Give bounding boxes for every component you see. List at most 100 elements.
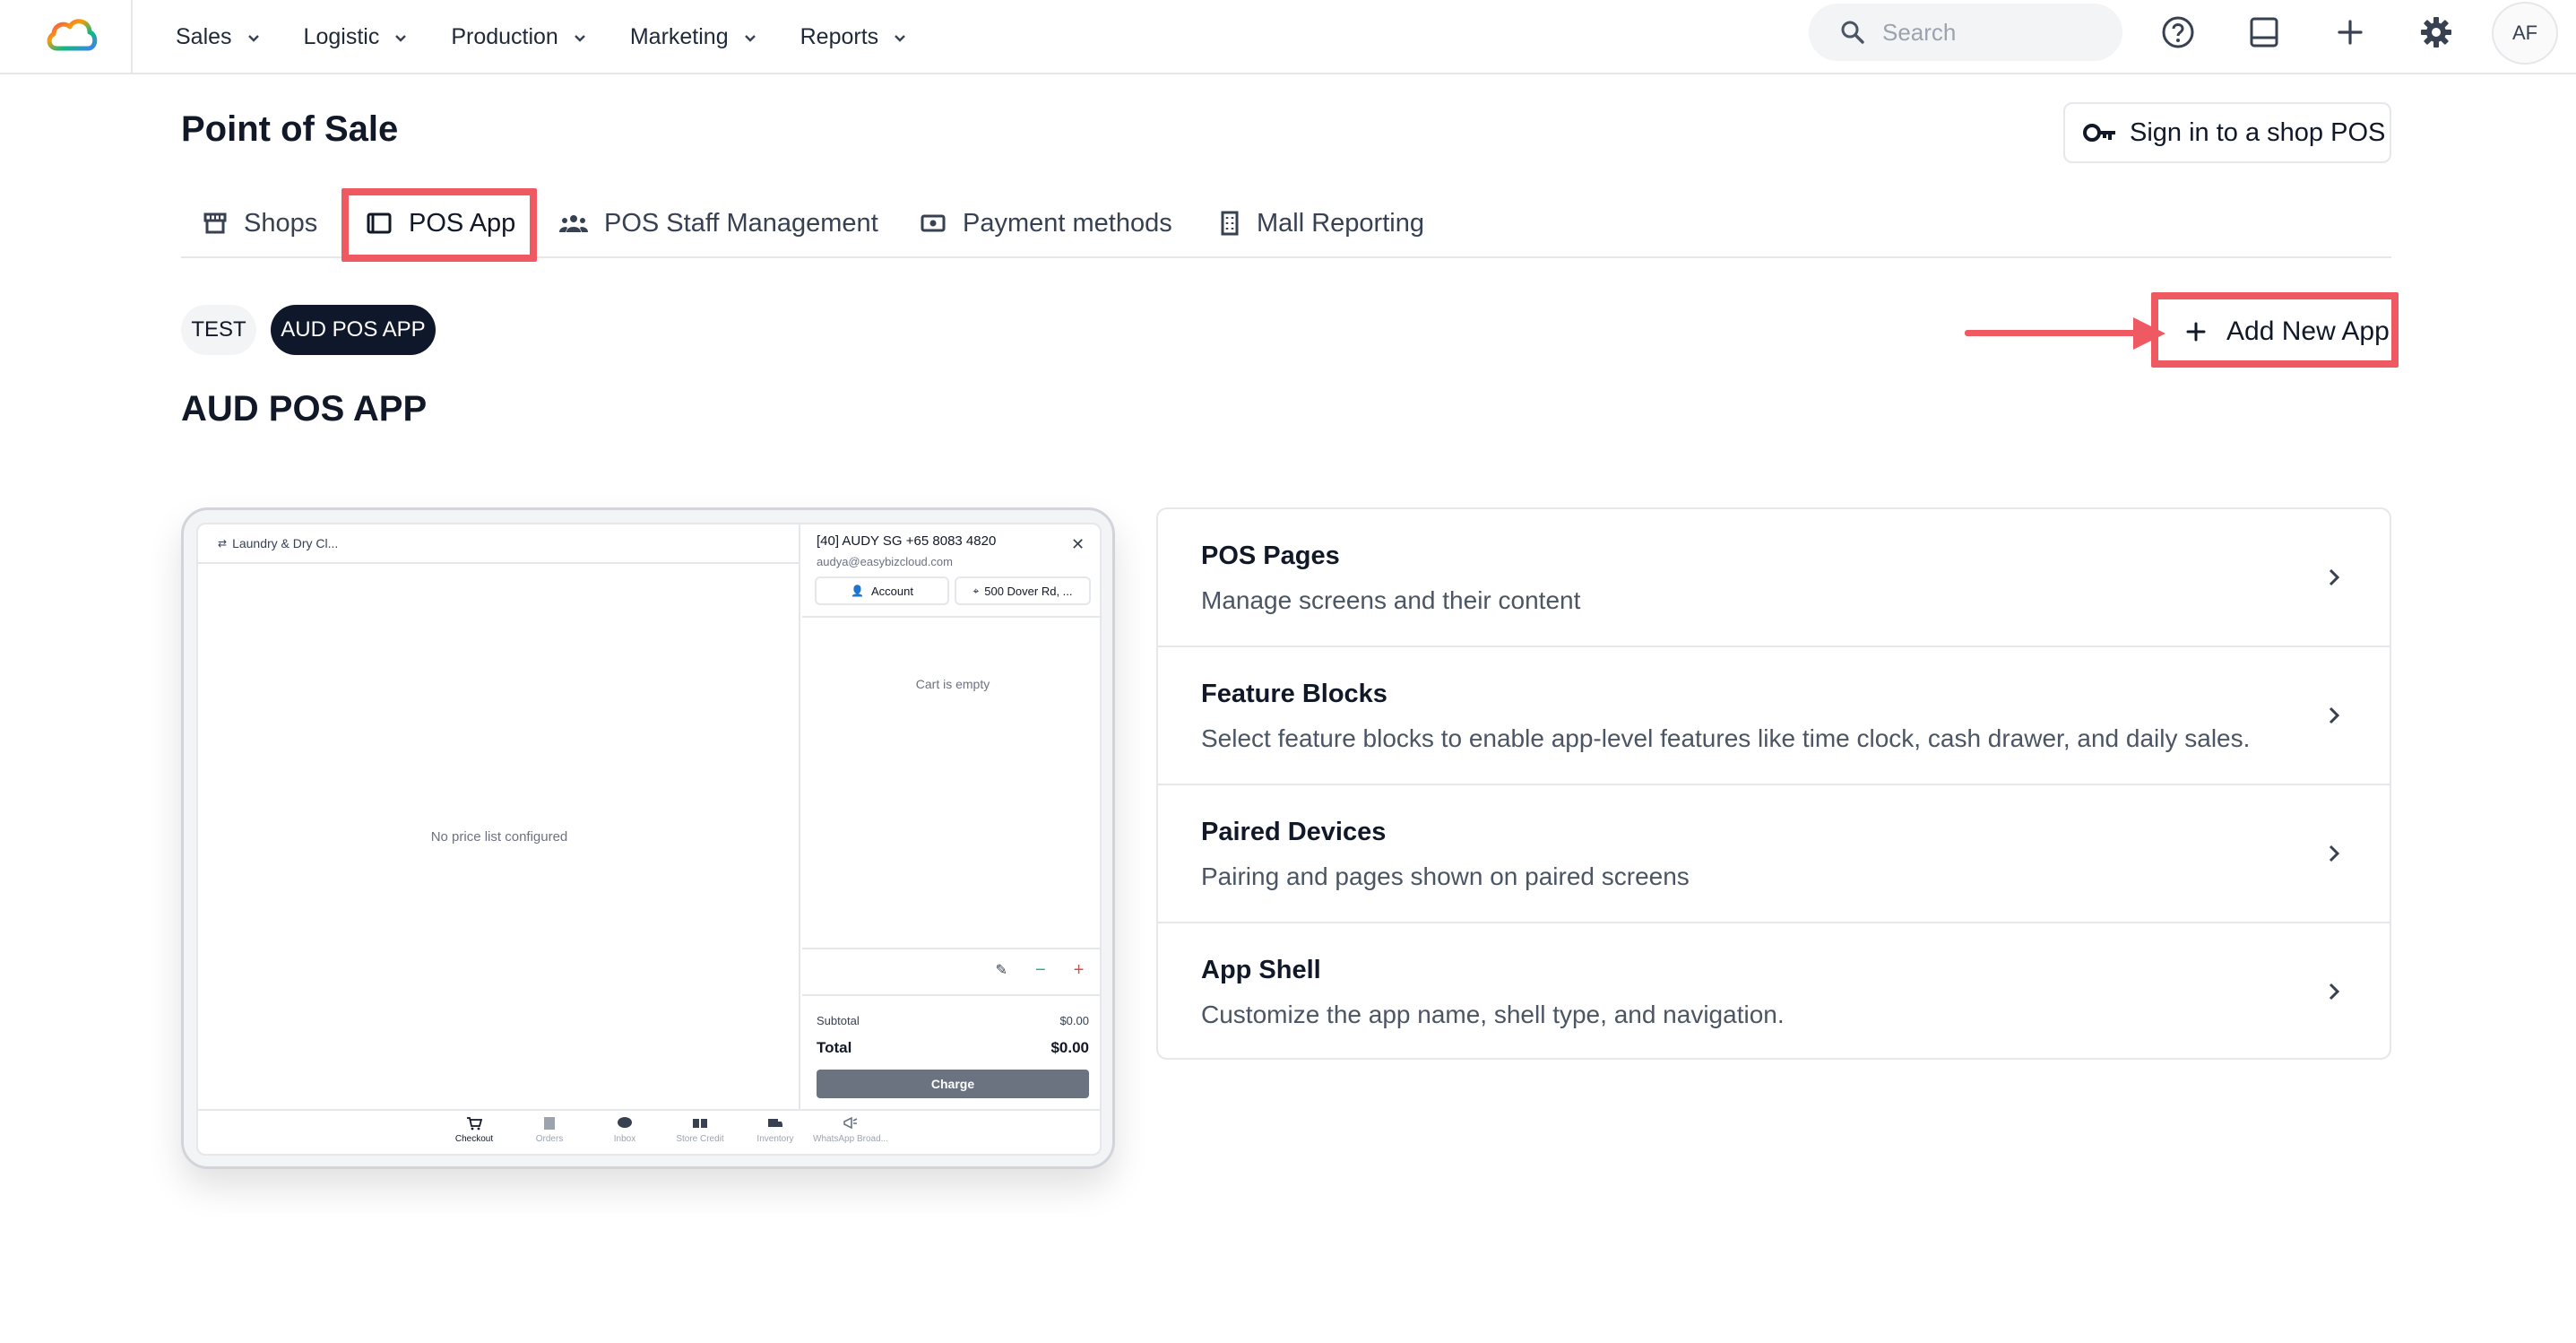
nav-marketing[interactable]: Marketing xyxy=(630,24,759,50)
cart-icon xyxy=(467,1117,482,1131)
store-credit-icon xyxy=(693,1119,707,1128)
nav-reports[interactable]: Reports xyxy=(800,24,910,50)
tab-bar: Shops POS App POS Staff Management Payme… xyxy=(181,190,2391,258)
search-input[interactable] xyxy=(1882,18,2097,47)
pos-bottom-nav: Checkout Orders Inbox Store Credit Inven… xyxy=(198,1109,1100,1154)
divider xyxy=(802,616,1100,618)
location-pin-icon: ⌖ xyxy=(972,584,980,597)
note-icon: ✎ xyxy=(995,963,1007,978)
pos-cart-panel: [40] AUDY SG +65 8083 4820 audya@easybiz… xyxy=(802,524,1100,1109)
avatar[interactable]: AF xyxy=(2492,2,2558,65)
card-pos-pages[interactable]: POS Pages Manage screens and their conte… xyxy=(1158,509,2390,647)
tab-mall-reporting[interactable]: Mall Reporting xyxy=(1219,190,1424,256)
avatar-initials: AF xyxy=(2511,22,2538,44)
card-feature-blocks[interactable]: Feature Blocks Select feature blocks to … xyxy=(1158,647,2390,785)
pos-nav-label: Orders xyxy=(535,1134,564,1144)
cart-actions: ✎ − + xyxy=(981,957,1098,983)
pos-nav-label: Inventory xyxy=(756,1134,794,1144)
card-description: Customize the app name, shell type, and … xyxy=(1201,1001,1785,1028)
plus-icon[interactable] xyxy=(2330,13,2370,52)
pos-shop-name: Laundry & Dry Cl... xyxy=(232,536,339,550)
minus-icon: − xyxy=(1035,959,1046,980)
subtotal-value: $0.00 xyxy=(1059,1014,1089,1027)
pos-nav-label: Checkout xyxy=(454,1134,494,1144)
pos-nav-whatsapp-broadcast: WhatsApp Broad... xyxy=(813,1116,888,1144)
nav-label: Production xyxy=(451,24,558,49)
pos-nav-checkout: Checkout xyxy=(437,1116,512,1144)
staff-icon xyxy=(559,215,588,232)
sign-in-label: Sign in to a shop POS xyxy=(2130,117,2386,147)
annotation-arrow-line xyxy=(1965,330,2146,336)
tab-pos-staff-management[interactable]: POS Staff Management xyxy=(559,190,878,256)
card-paired-devices[interactable]: Paired Devices Pairing and pages shown o… xyxy=(1158,785,2390,923)
building-icon xyxy=(1221,211,1239,236)
truck-icon xyxy=(768,1119,782,1127)
chevron-right-icon xyxy=(2329,983,2340,1001)
no-price-message: No price list configured xyxy=(430,829,568,845)
tab-label: Payment methods xyxy=(963,208,1172,238)
chevron-right-icon xyxy=(2329,845,2340,862)
nav-logistic[interactable]: Logistic xyxy=(304,24,411,50)
plus-icon: + xyxy=(1073,959,1085,980)
charge-label: Charge xyxy=(930,1077,975,1091)
tab-label: POS App xyxy=(409,208,516,238)
help-icon[interactable] xyxy=(2158,13,2198,52)
chevron-down-icon xyxy=(247,34,259,42)
chevron-right-icon xyxy=(2329,568,2340,586)
orders-icon xyxy=(544,1117,555,1130)
app-pill-label: TEST xyxy=(191,317,246,342)
charge-button: Charge xyxy=(817,1070,1089,1098)
megaphone-icon xyxy=(843,1116,858,1130)
pos-product-area: ⇄ Laundry & Dry Cl... No price list conf… xyxy=(198,524,800,1109)
pos-device-preview: ⇄ Laundry & Dry Cl... No price list conf… xyxy=(181,507,1115,1169)
tab-payment-methods[interactable]: Payment methods xyxy=(920,190,1172,256)
add-new-app-label: Add New App xyxy=(2226,316,2390,346)
chevron-right-icon xyxy=(2329,706,2340,724)
address-button: ⌖ 500 Dover Rd, ... xyxy=(955,576,1091,605)
card-title: App Shell xyxy=(1201,956,1321,984)
nav-sales[interactable]: Sales xyxy=(176,24,263,50)
app-pill-aud-pos-app[interactable]: AUD POS APP xyxy=(271,305,436,355)
divider xyxy=(802,948,1100,949)
annotation-arrow-head xyxy=(2133,317,2165,350)
customer-name: [40] AUDY SG +65 8083 4820 xyxy=(817,533,997,549)
close-icon: ✕ xyxy=(1071,535,1085,553)
swap-icon: ⇄ xyxy=(218,537,228,550)
card-description: Pairing and pages shown on paired screen… xyxy=(1201,862,1690,890)
card-description: Select feature blocks to enable app-leve… xyxy=(1201,724,2251,752)
pos-nav-label: Inbox xyxy=(613,1134,636,1144)
nav-label: Logistic xyxy=(303,24,380,49)
add-new-app-button[interactable]: Add New App xyxy=(2167,299,2397,364)
card-app-shell[interactable]: App Shell Customize the app name, shell … xyxy=(1158,923,2390,1058)
tablet-icon xyxy=(367,212,392,234)
tab-shops[interactable]: Shops xyxy=(203,190,317,256)
app-settings-list: POS Pages Manage screens and their conte… xyxy=(1156,507,2391,1060)
chevron-down-icon xyxy=(574,34,585,42)
main-nav: Sales Logistic Production Marketing Repo… xyxy=(176,0,950,74)
pos-nav-inbox: Inbox xyxy=(587,1116,662,1144)
shop-icon xyxy=(203,212,227,234)
search-icon xyxy=(1841,21,1864,44)
tab-label: Mall Reporting xyxy=(1257,208,1424,238)
page-title: Point of Sale xyxy=(181,109,399,149)
search-box[interactable] xyxy=(1809,4,2122,61)
tab-label: POS Staff Management xyxy=(604,208,878,238)
nav-label: Marketing xyxy=(629,24,729,49)
cloud-logo-icon[interactable] xyxy=(43,9,100,63)
nav-label: Reports xyxy=(800,24,879,49)
chevron-down-icon xyxy=(895,34,906,42)
divider xyxy=(802,994,1100,996)
gear-icon[interactable] xyxy=(2416,13,2456,52)
sign-in-shop-pos-button[interactable]: Sign in to a shop POS xyxy=(2063,102,2391,163)
card-title: POS Pages xyxy=(1201,542,1340,570)
nav-production[interactable]: Production xyxy=(451,24,589,50)
tablet-icon[interactable] xyxy=(2244,13,2284,52)
total-row: Total $0.00 xyxy=(817,1039,1089,1057)
chat-icon xyxy=(618,1117,632,1128)
app-pill-test[interactable]: TEST xyxy=(181,305,256,355)
account-label: Account xyxy=(870,584,913,598)
chevron-down-icon xyxy=(744,34,756,42)
pos-nav-label: WhatsApp Broad... xyxy=(813,1134,888,1144)
subtotal-label: Subtotal xyxy=(817,1014,860,1027)
tab-pos-app[interactable]: POS App xyxy=(366,190,515,256)
